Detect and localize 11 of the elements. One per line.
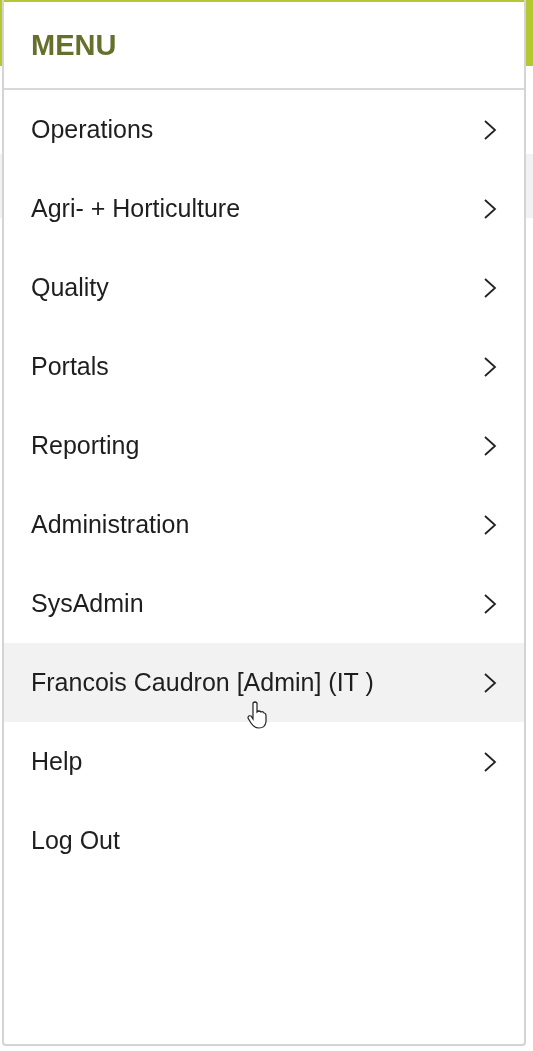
menu-item[interactable]: SysAdmin — [4, 564, 524, 643]
menu-item[interactable]: Administration — [4, 485, 524, 564]
menu-item[interactable]: Log Out — [4, 801, 524, 880]
menu-item[interactable]: Operations — [4, 90, 524, 169]
menu-item[interactable]: Quality — [4, 248, 524, 327]
menu-item[interactable]: Portals — [4, 327, 524, 406]
menu-title: MENU — [31, 28, 117, 62]
menu-item[interactable]: Help — [4, 722, 524, 801]
menu-item[interactable]: Reporting — [4, 406, 524, 485]
hand-cursor-icon — [247, 701, 267, 729]
menu-item[interactable]: Agri- + Horticulture — [4, 169, 524, 248]
